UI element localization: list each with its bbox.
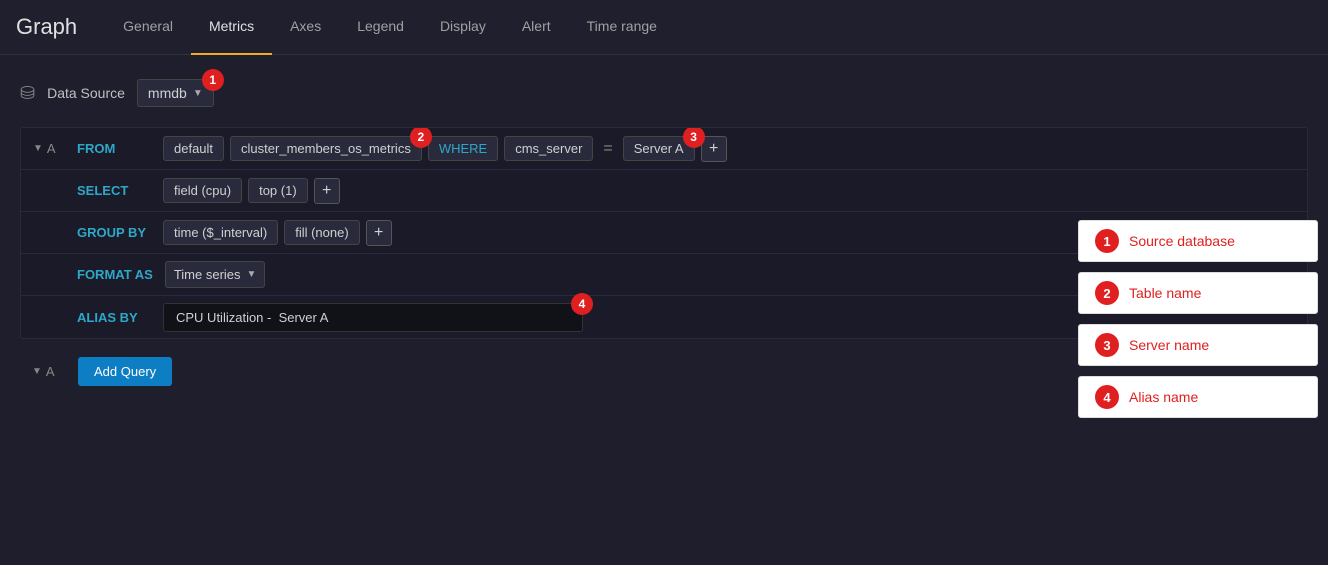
annotation-4-number: 4 xyxy=(1095,385,1119,409)
formatas-label: FORMAT AS xyxy=(69,267,161,282)
select-row: SELECT field (cpu) top (1) + xyxy=(21,170,1307,212)
annotation-2-number: 2 xyxy=(1095,281,1119,305)
table-badge: 2 xyxy=(410,127,432,148)
from-content: default cluster_members_os_metrics 2 WHE… xyxy=(159,136,1307,162)
equals-sign: = xyxy=(599,140,616,158)
table-tag-wrapper: cluster_members_os_metrics 2 xyxy=(230,136,422,161)
annotation-4: 4 Alias name xyxy=(1078,376,1318,418)
annotation-1-number: 1 xyxy=(1095,229,1119,253)
datasource-row: ⛁ Data Source mmdb ▼ 1 xyxy=(20,71,1308,115)
tab-legend[interactable]: Legend xyxy=(339,0,422,55)
select-add-button[interactable]: + xyxy=(314,178,340,204)
select-content: field (cpu) top (1) + xyxy=(159,178,1307,204)
annotation-3-number: 3 xyxy=(1095,333,1119,357)
field-tag[interactable]: field (cpu) xyxy=(163,178,242,203)
schema-tag[interactable]: default xyxy=(163,136,224,161)
func-tag[interactable]: top (1) xyxy=(248,178,308,203)
annotation-2: 2 Table name xyxy=(1078,272,1318,314)
tab-axes[interactable]: Axes xyxy=(272,0,339,55)
from-row: ▼ A FROM default cluster_members_os_metr… xyxy=(21,128,1307,170)
tab-time-range[interactable]: Time range xyxy=(569,0,675,55)
annotation-1: 1 Source database xyxy=(1078,220,1318,262)
fill-tag[interactable]: fill (none) xyxy=(284,220,359,245)
bottom-collapse-icon[interactable]: ▼ xyxy=(32,366,42,377)
annotation-1-text: Source database xyxy=(1129,233,1235,249)
row-prefix-from: ▼ A xyxy=(21,141,69,156)
datasource-dropdown-wrapper: mmdb ▼ 1 xyxy=(137,79,214,107)
from-label: FROM xyxy=(69,141,159,156)
groupby-add-button[interactable]: + xyxy=(366,220,392,246)
datasource-badge: 1 xyxy=(202,69,224,91)
alias-badge: 4 xyxy=(571,293,593,315)
alias-input[interactable] xyxy=(163,303,583,332)
header: Graph General Metrics Axes Legend Displa… xyxy=(0,0,1328,55)
formatas-dropdown[interactable]: Time series ▼ xyxy=(165,261,266,288)
tab-alert[interactable]: Alert xyxy=(504,0,569,55)
database-icon: ⛁ xyxy=(20,83,35,104)
alias-input-wrapper: 4 xyxy=(163,303,583,332)
annotation-2-text: Table name xyxy=(1129,285,1201,301)
annotations-panel: 1 Source database 2 Table name 3 Server … xyxy=(1078,220,1318,418)
tab-general[interactable]: General xyxy=(105,0,191,55)
bottom-prefix: ▼ A xyxy=(20,364,68,379)
formatas-chevron-icon: ▼ xyxy=(247,269,257,280)
where-field-tag[interactable]: cms_server xyxy=(504,136,593,161)
datasource-label: Data Source xyxy=(47,85,125,101)
aliasby-label: ALIAS BY xyxy=(69,310,159,325)
time-interval-tag[interactable]: time ($_interval) xyxy=(163,220,278,245)
where-label: WHERE xyxy=(428,136,498,161)
tab-metrics[interactable]: Metrics xyxy=(191,0,272,55)
add-query-button[interactable]: Add Query xyxy=(78,357,172,386)
select-label: SELECT xyxy=(69,183,159,198)
collapse-icon[interactable]: ▼ xyxy=(33,143,43,154)
annotation-4-text: Alias name xyxy=(1129,389,1198,405)
formatas-value: Time series xyxy=(174,267,241,282)
annotation-3: 3 Server name xyxy=(1078,324,1318,366)
tab-display[interactable]: Display xyxy=(422,0,504,55)
page-title: Graph xyxy=(16,14,77,40)
server-value-wrapper: Server A 3 xyxy=(623,136,695,161)
chevron-down-icon: ▼ xyxy=(193,88,203,99)
server-badge: 3 xyxy=(683,127,705,148)
annotation-3-text: Server name xyxy=(1129,337,1209,353)
groupby-label: GROUP BY xyxy=(69,225,159,240)
table-tag[interactable]: cluster_members_os_metrics xyxy=(230,136,422,161)
